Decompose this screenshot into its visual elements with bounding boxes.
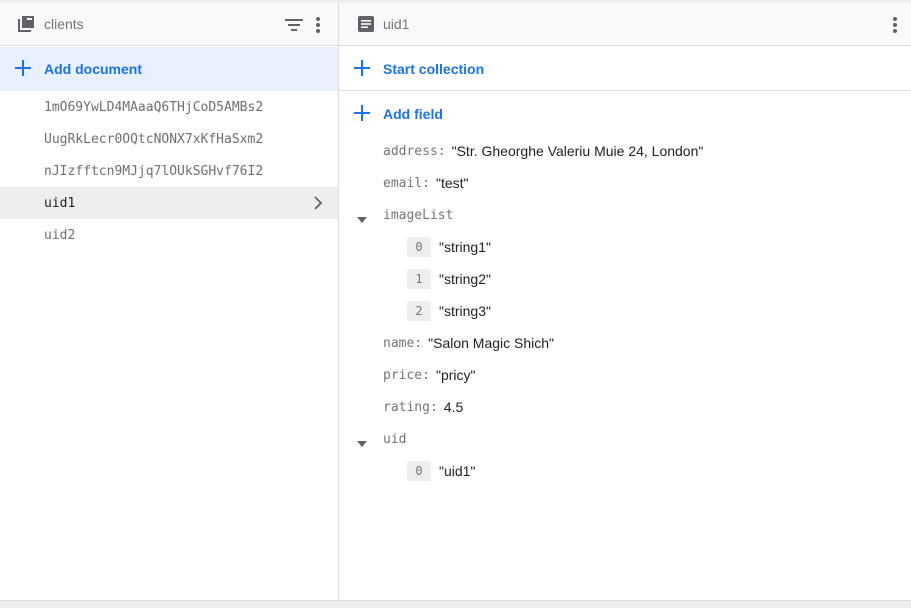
- document-id: 1mO69YwLD4MAaaQ6THjCoD5AMBs2: [44, 99, 264, 115]
- field-key: address:: [383, 143, 446, 159]
- field-value: "Str. Gheorghe Valeriu Muie 24, London": [451, 143, 704, 159]
- add-document-button[interactable]: Add document: [0, 47, 338, 91]
- array-item[interactable]: 2 "string3": [339, 295, 911, 327]
- expand-caret-icon[interactable]: [357, 435, 367, 451]
- add-icon: [15, 60, 31, 81]
- field-value: 4.5: [443, 399, 464, 415]
- field-value: "string2": [439, 271, 491, 287]
- document-header: uid1: [339, 3, 911, 46]
- document-item[interactable]: nJIzfftcn9MJjq7lOUkSGHvf76I2: [0, 155, 338, 187]
- field-name[interactable]: name: "Salon Magic Shich": [339, 327, 911, 359]
- document-icon: [358, 16, 374, 37]
- document-id: uid1: [44, 195, 76, 211]
- field-value: "test": [435, 175, 469, 191]
- field-rating[interactable]: rating: 4.5: [339, 391, 911, 423]
- document-id: UugRkLecr0OQtcNONX7xKfHaSxm2: [44, 131, 264, 147]
- field-key: email:: [383, 175, 430, 191]
- field-key: name:: [383, 335, 423, 351]
- array-item[interactable]: 1 "string2": [339, 263, 911, 295]
- add-icon: [354, 60, 370, 81]
- array-item[interactable]: 0 "uid1": [339, 455, 911, 487]
- field-key: imageList: [383, 207, 454, 223]
- document-id: nJIzfftcn9MJjq7lOUkSGHvf76I2: [44, 163, 264, 179]
- document-item[interactable]: 1mO69YwLD4MAaaQ6THjCoD5AMBs2: [0, 91, 338, 123]
- more-vert-icon[interactable]: [883, 13, 907, 37]
- document-item[interactable]: uid2: [0, 219, 338, 251]
- field-key: uid: [383, 431, 407, 447]
- field-price[interactable]: price: "pricy": [339, 359, 911, 391]
- field-imagelist[interactable]: imageList: [339, 199, 911, 231]
- field-value: "pricy": [435, 367, 476, 383]
- collection-header: clients: [0, 3, 338, 46]
- field-key: rating:: [383, 399, 438, 415]
- array-index: 1: [407, 269, 431, 289]
- add-icon: [354, 105, 370, 126]
- field-value: "string1": [439, 239, 491, 255]
- array-index: 0: [407, 461, 431, 481]
- field-list: address: "Str. Gheorghe Valeriu Muie 24,…: [339, 135, 911, 487]
- collection-panel: clients Add document 1mO69YwLD4MAaaQ6THj…: [0, 3, 338, 600]
- collection-icon: [17, 15, 35, 38]
- array-index: 2: [407, 301, 431, 321]
- field-value: "Salon Magic Shich": [428, 335, 555, 351]
- field-email[interactable]: email: "test": [339, 167, 911, 199]
- array-index: 0: [407, 237, 431, 257]
- document-list: 1mO69YwLD4MAaaQ6THjCoD5AMBs2 UugRkLecr0O…: [0, 91, 338, 251]
- start-collection-button[interactable]: Start collection: [339, 47, 911, 91]
- filter-icon[interactable]: [282, 13, 306, 37]
- field-uid[interactable]: uid: [339, 423, 911, 455]
- document-item[interactable]: UugRkLecr0OQtcNONX7xKfHaSxm2: [0, 123, 338, 155]
- expand-caret-icon[interactable]: [357, 211, 367, 227]
- field-address[interactable]: address: "Str. Gheorghe Valeriu Muie 24,…: [339, 135, 911, 167]
- field-value: "uid1": [439, 463, 476, 479]
- more-vert-icon[interactable]: [306, 13, 330, 37]
- window-bottom-edge: [0, 600, 911, 608]
- add-field-label: Add field: [383, 106, 443, 122]
- document-id: uid2: [44, 227, 76, 243]
- document-panel: uid1 Start collection Add field address:…: [339, 3, 911, 600]
- collection-title: clients: [44, 16, 84, 32]
- start-collection-label: Start collection: [383, 60, 485, 77]
- add-document-label: Add document: [44, 61, 142, 77]
- document-item-selected[interactable]: uid1: [0, 187, 338, 219]
- document-title: uid1: [383, 16, 410, 32]
- chevron-right-icon: [310, 195, 326, 215]
- array-item[interactable]: 0 "string1": [339, 231, 911, 263]
- field-key: price:: [383, 367, 430, 383]
- add-field-button[interactable]: Add field: [339, 92, 911, 136]
- field-value: "string3": [439, 303, 491, 319]
